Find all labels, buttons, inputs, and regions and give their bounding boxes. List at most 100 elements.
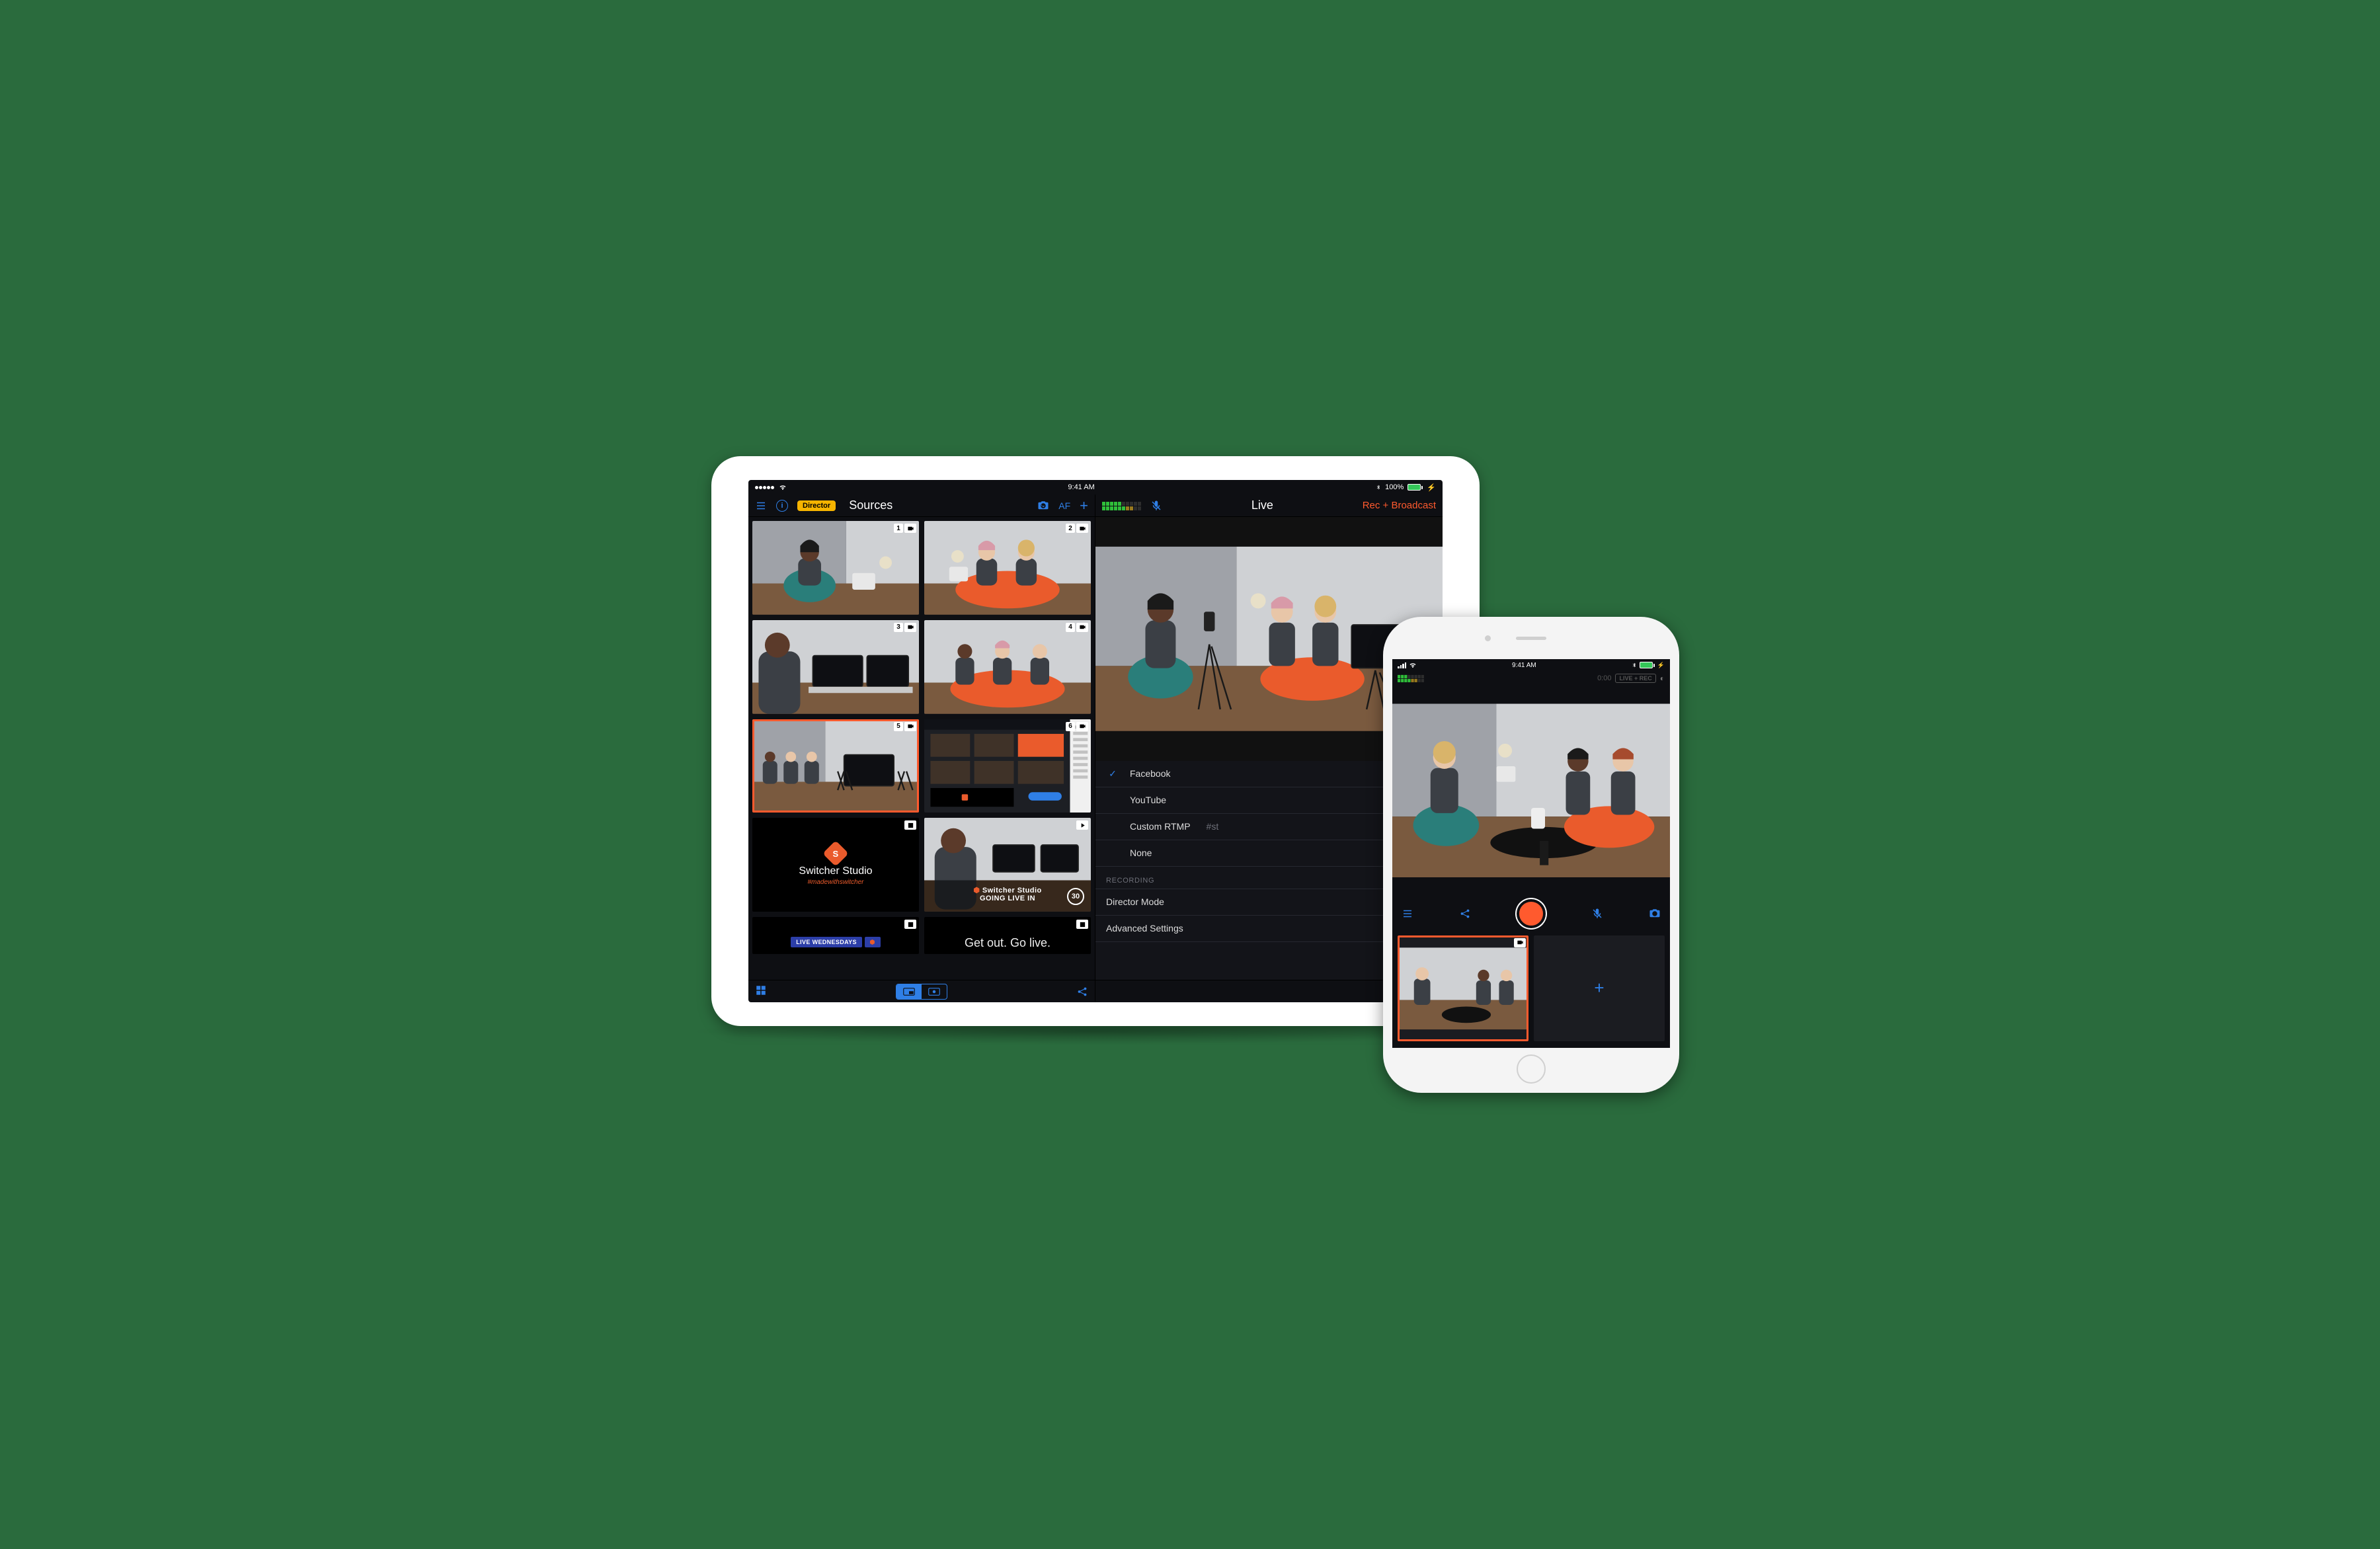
camera-icon xyxy=(1514,938,1526,947)
bluetooth-icon xyxy=(1632,661,1637,669)
image-icon xyxy=(904,920,916,929)
rec-broadcast-button[interactable]: Rec + Broadcast xyxy=(1363,500,1436,511)
iphone-status-bar: 9:41 AM ⚡ xyxy=(1392,659,1670,671)
source-number: 6 xyxy=(1066,722,1075,731)
sources-bottom-bar xyxy=(748,980,1095,1002)
charging-icon: ⚡ xyxy=(1657,662,1665,669)
share-icon[interactable] xyxy=(1076,986,1088,998)
sources-title: Sources xyxy=(849,498,892,512)
golive-text: Get out. Go live. xyxy=(924,932,1091,954)
ipad-device-frame: 9:41 AM 100% ⚡ i Director Sources xyxy=(711,456,1480,1026)
source-tile[interactable]: 6 xyxy=(924,719,1091,813)
camera-icon xyxy=(1076,524,1088,533)
menu-icon[interactable] xyxy=(1402,908,1413,920)
source-tile[interactable]: Get out. Go live. xyxy=(924,917,1091,954)
add-tray-button[interactable]: + xyxy=(1534,935,1665,1041)
source-number: 2 xyxy=(1066,524,1075,533)
layout-single-button[interactable] xyxy=(922,984,947,999)
countdown-line: GOING LIVE IN xyxy=(980,894,1035,902)
battery-icon xyxy=(1640,662,1655,668)
source-thumbnail xyxy=(752,719,919,813)
countdown-brand: Switcher Studio xyxy=(982,887,1042,894)
source-thumbnail xyxy=(924,521,1091,615)
charging-icon: ⚡ xyxy=(1427,483,1436,492)
source-tile[interactable]: LIVE WEDNESDAYS ⬢ xyxy=(752,917,919,954)
carrier-dots-icon xyxy=(755,483,775,491)
clock: 9:41 AM xyxy=(1512,662,1536,669)
option-label: Custom RTMP xyxy=(1130,821,1191,832)
live-rec-pill: LIVE + REC xyxy=(1615,674,1655,683)
image-icon xyxy=(1076,920,1088,929)
share-icon[interactable] xyxy=(1459,908,1471,920)
layout-pip-button[interactable] xyxy=(896,984,922,999)
record-button[interactable] xyxy=(1517,899,1546,928)
source-number: 1 xyxy=(894,524,903,533)
source-tile[interactable]: 4 xyxy=(924,620,1091,714)
bluetooth-icon xyxy=(1376,483,1381,491)
iphone-device-frame: 9:41 AM ⚡ 0 xyxy=(1383,617,1679,1093)
source-tile[interactable]: 1 xyxy=(752,521,919,615)
tray-tile[interactable] xyxy=(1398,935,1528,1041)
camera-icon xyxy=(904,623,916,632)
source-tile[interactable]: 5 xyxy=(752,719,919,813)
source-number: 4 xyxy=(1066,623,1075,632)
autofocus-button[interactable]: AF xyxy=(1058,500,1070,511)
camera-icon xyxy=(904,722,916,731)
source-thumbnail xyxy=(752,521,919,615)
camera-icon xyxy=(1076,722,1088,731)
info-icon[interactable]: i xyxy=(776,500,788,512)
flip-camera-icon[interactable] xyxy=(1649,908,1661,920)
home-button[interactable] xyxy=(1517,1054,1546,1084)
option-label: Facebook xyxy=(1130,768,1170,779)
row-label: Director Mode xyxy=(1106,896,1164,907)
source-tile[interactable]: ⬢ Switcher Studio GOING LIVE IN 30 xyxy=(924,818,1091,912)
timer: 0:00 xyxy=(1597,674,1611,682)
add-source-button[interactable]: + xyxy=(1080,498,1088,513)
audio-meter-icon xyxy=(1102,501,1141,510)
option-label: None xyxy=(1130,848,1152,858)
live-toolbar: Live Rec + Broadcast xyxy=(1095,495,1443,517)
wifi-icon xyxy=(1409,661,1417,669)
menu-icon[interactable] xyxy=(755,500,767,512)
mute-icon[interactable] xyxy=(1591,908,1603,920)
row-label: Advanced Settings xyxy=(1106,923,1183,933)
source-number: 3 xyxy=(894,623,903,632)
iphone-top-bar: 0:00 LIVE + REC ◐ xyxy=(1392,671,1670,686)
check-icon: ✓ xyxy=(1109,768,1117,779)
source-thumbnail xyxy=(924,719,1091,813)
option-label: YouTube xyxy=(1130,795,1166,805)
sources-toolbar: i Director Sources AF + xyxy=(748,495,1095,517)
play-icon xyxy=(1076,820,1088,830)
camera-icon xyxy=(904,524,916,533)
source-thumbnail xyxy=(752,620,919,714)
countdown-number: 30 xyxy=(1067,888,1084,905)
director-pill[interactable]: Director xyxy=(797,500,836,511)
source-number: 5 xyxy=(894,722,903,731)
mute-icon[interactable] xyxy=(1150,500,1162,512)
flip-camera-icon[interactable] xyxy=(1037,500,1049,512)
ipad-status-bar: 9:41 AM 100% ⚡ xyxy=(748,480,1443,495)
moon-icon[interactable]: ◐ xyxy=(1660,674,1665,683)
logo-tag: #madewithswitcher xyxy=(807,879,863,886)
battery-percentage: 100% xyxy=(1385,483,1404,491)
live-title: Live xyxy=(1251,498,1273,512)
logo-text: Switcher Studio xyxy=(799,865,872,877)
audio-meter-icon xyxy=(1398,674,1424,682)
source-thumbnail xyxy=(924,620,1091,714)
clock: 9:41 AM xyxy=(1068,483,1094,491)
sources-grid: 1 2 xyxy=(752,521,1091,954)
image-icon xyxy=(904,820,916,830)
iphone-screen: 9:41 AM ⚡ 0 xyxy=(1392,659,1670,1048)
iphone-tray: + xyxy=(1392,932,1670,1048)
iphone-preview xyxy=(1392,686,1670,896)
option-sub: #st xyxy=(1207,821,1219,832)
sources-pane: i Director Sources AF + xyxy=(748,495,1095,1002)
source-tile[interactable]: 3 xyxy=(752,620,919,714)
grid-view-icon[interactable] xyxy=(755,984,767,998)
source-tile[interactable]: S Switcher Studio #madewithswitcher xyxy=(752,818,919,912)
camera-icon xyxy=(1076,623,1088,632)
source-tile[interactable]: 2 xyxy=(924,521,1091,615)
battery-icon xyxy=(1408,484,1423,491)
signal-icon xyxy=(1398,662,1406,668)
layout-segment xyxy=(896,984,947,1000)
